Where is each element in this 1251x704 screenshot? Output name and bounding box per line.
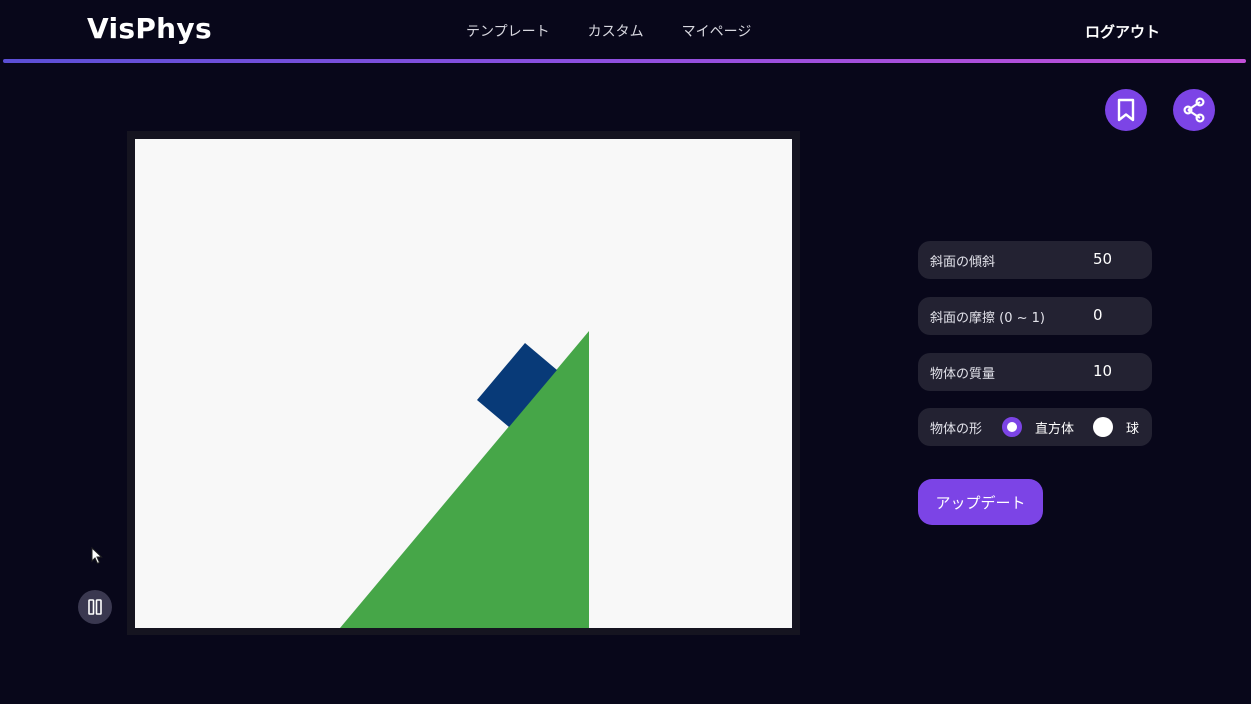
brand-logo[interactable]: VisPhys [87, 12, 212, 45]
incline-angle-control: 斜面の傾斜 50 [918, 241, 1152, 279]
nav-item-mypage[interactable]: マイページ [682, 21, 752, 41]
friction-label: 斜面の摩擦 (0 ~ 1) [930, 311, 1045, 326]
header-divider [3, 59, 1246, 63]
mass-label: 物体の質量 [930, 367, 996, 382]
friction-control: 斜面の摩擦 (0 ~ 1) 0 [918, 297, 1152, 335]
nav-item-templates[interactable]: テンプレート [466, 21, 550, 41]
shape-option-box-label: 直方体 [1035, 422, 1075, 437]
share-button[interactable] [1173, 89, 1215, 131]
nav-item-custom[interactable]: カスタム [588, 21, 644, 41]
incline-angle-input[interactable]: 50 [1093, 250, 1143, 268]
main-nav: テンプレート カスタム マイページ [466, 21, 751, 41]
bookmark-button[interactable] [1105, 89, 1147, 131]
logout-link[interactable]: ログアウト [1085, 21, 1160, 42]
friction-input[interactable]: 0 [1093, 306, 1143, 324]
share-icon [1183, 97, 1205, 123]
shape-control: 物体の形 直方体 球 [918, 408, 1152, 446]
simulation-scene [340, 331, 589, 628]
shape-option-sphere-label: 球 [1126, 422, 1140, 437]
top-header: VisPhys テンプレート カスタム マイページ ログアウト [0, 0, 1251, 63]
simulation-canvas[interactable] [135, 139, 792, 628]
shape-radio-sphere[interactable] [1093, 417, 1113, 437]
pause-button[interactable] [78, 590, 112, 624]
mass-input[interactable]: 10 [1093, 362, 1143, 380]
update-button[interactable]: アップデート [918, 479, 1043, 525]
shape-radio-box[interactable] [1002, 417, 1022, 437]
mouse-cursor-icon [91, 547, 103, 565]
pause-icon [88, 599, 102, 615]
app-root: VisPhys テンプレート カスタム マイページ ログアウト 斜面の傾斜 50… [0, 0, 1251, 704]
incline-angle-label: 斜面の傾斜 [930, 255, 996, 270]
bookmark-icon [1117, 98, 1135, 122]
shape-label: 物体の形 [930, 422, 983, 437]
mass-control: 物体の質量 10 [918, 353, 1152, 391]
